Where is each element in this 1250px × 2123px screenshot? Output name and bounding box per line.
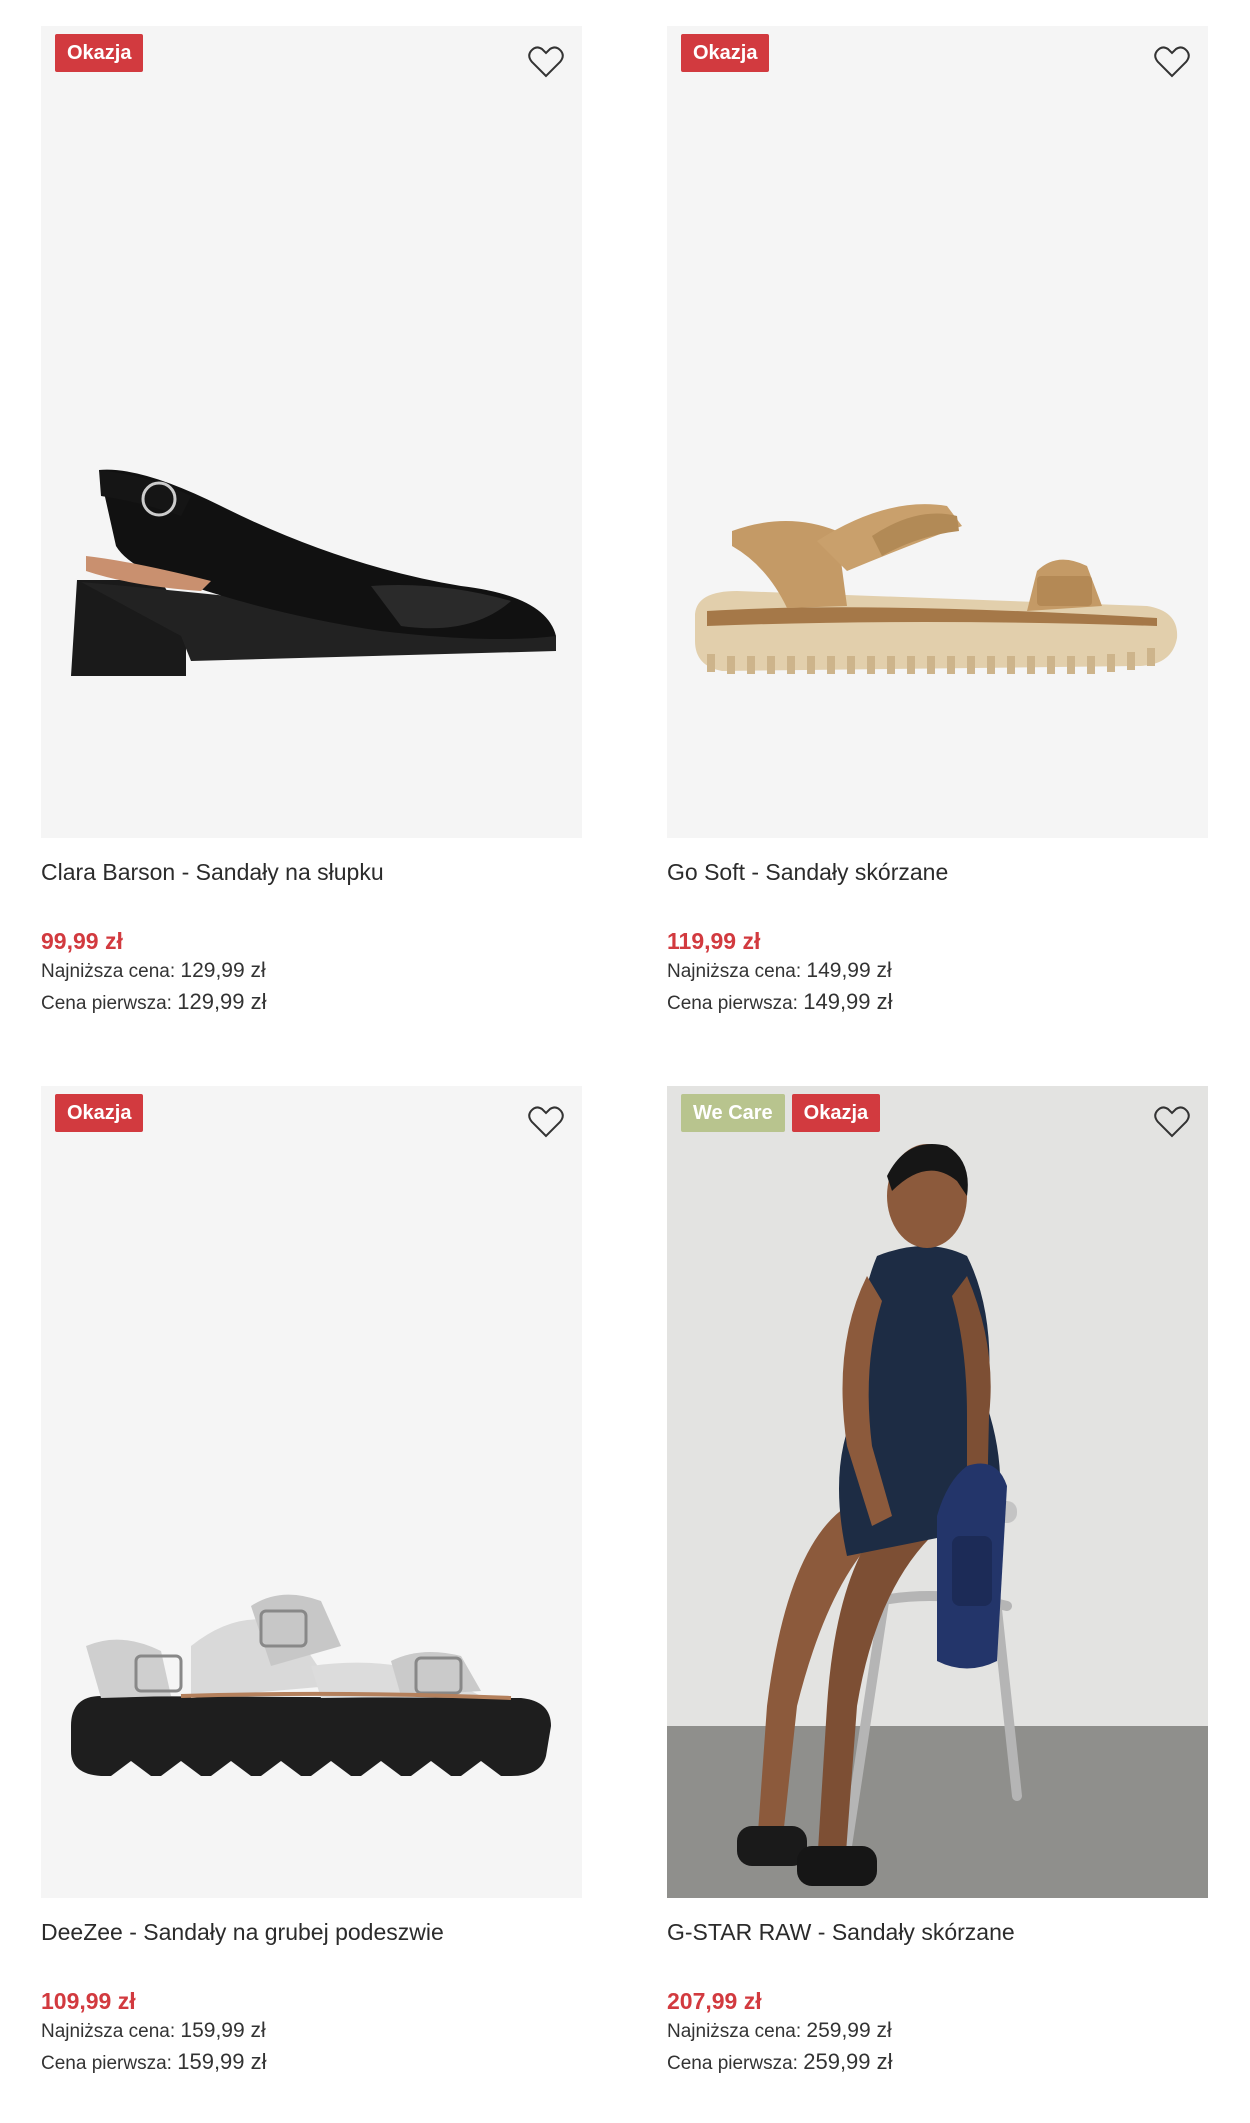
lowest-price-row: Najniższa cena: 149,99 zł: [667, 956, 1208, 987]
badges: Okazja: [55, 1094, 144, 1132]
first-price-value: 259,99 zł: [803, 2049, 893, 2074]
heart-icon[interactable]: [526, 1102, 566, 1142]
lowest-price-label: Najniższa cena:: [667, 961, 802, 982]
product-price: 207,99 zł: [667, 1988, 762, 2014]
deal-badge: Okazja: [55, 1094, 144, 1132]
product-card[interactable]: Okazja Clara Barson - Sandały na słupku …: [41, 26, 582, 1026]
lowest-price-row: Najniższa cena: 129,99 zł: [41, 956, 582, 987]
product-card[interactable]: We Care Okazja G-STAR RAW - Sandały skór…: [667, 1086, 1208, 2086]
heart-icon[interactable]: [526, 42, 566, 82]
lowest-price-value: 159,99 zł: [180, 2019, 266, 2042]
product-price: 99,99 zł: [41, 928, 123, 954]
first-price-row: Cena pierwsza: 129,99 zł: [41, 987, 582, 1019]
product-image[interactable]: Okazja: [41, 1086, 582, 1898]
we-care-badge: We Care: [681, 1094, 785, 1132]
product-image[interactable]: We Care Okazja: [667, 1086, 1208, 1898]
badges: Okazja: [55, 34, 144, 72]
product-title[interactable]: Go Soft - Sandały skórzane: [667, 856, 1208, 888]
lowest-price-label: Najniższa cena:: [41, 961, 176, 982]
first-price-value: 129,99 zł: [177, 989, 267, 1014]
badges: Okazja: [681, 34, 770, 72]
product-title[interactable]: Clara Barson - Sandały na słupku: [41, 856, 582, 888]
first-price-value: 159,99 zł: [177, 2049, 267, 2074]
badges: We Care Okazja: [681, 1094, 881, 1132]
first-price-label: Cena pierwsza:: [667, 993, 798, 1014]
lowest-price-label: Najniższa cena:: [41, 2021, 176, 2042]
first-price-row: Cena pierwsza: 159,99 zł: [41, 2047, 582, 2079]
heart-icon[interactable]: [1152, 42, 1192, 82]
first-price-label: Cena pierwsza:: [41, 2053, 172, 2074]
product-price: 119,99 zł: [667, 928, 761, 954]
product-title[interactable]: DeeZee - Sandały na grubej podeszwie: [41, 1916, 582, 1948]
silver-buckle-sandal-image: [71, 1594, 551, 1776]
lowest-price-value: 149,99 zł: [806, 959, 892, 982]
product-card[interactable]: Okazja Go Soft - Sandały skórzane 119,99…: [667, 26, 1208, 1026]
product-card[interactable]: Okazja DeeZee - Sandały na grubej podesz…: [41, 1086, 582, 2086]
model-photo-image: [667, 1086, 1208, 1898]
first-price-row: Cena pierwsza: 149,99 zł: [667, 987, 1208, 1019]
heart-icon[interactable]: [1152, 1102, 1192, 1142]
product-image[interactable]: Okazja: [667, 26, 1208, 838]
tan-velcro-sandal-image: [695, 504, 1178, 674]
deal-badge: Okazja: [55, 34, 144, 72]
first-price-row: Cena pierwsza: 259,99 zł: [667, 2047, 1208, 2079]
deal-badge: Okazja: [791, 1094, 881, 1132]
lowest-price-value: 129,99 zł: [180, 959, 266, 982]
product-grid: Okazja Clara Barson - Sandały na słupku …: [41, 26, 1208, 2086]
lowest-price-row: Najniższa cena: 259,99 zł: [667, 2016, 1208, 2047]
deal-badge: Okazja: [681, 34, 770, 72]
first-price-value: 149,99 zł: [803, 989, 893, 1014]
product-title[interactable]: G-STAR RAW - Sandały skórzane: [667, 1916, 1208, 1948]
lowest-price-row: Najniższa cena: 159,99 zł: [41, 2016, 582, 2047]
lowest-price-value: 259,99 zł: [806, 2019, 892, 2042]
product-image[interactable]: Okazja: [41, 26, 582, 838]
first-price-label: Cena pierwsza:: [41, 993, 172, 1014]
first-price-label: Cena pierwsza:: [667, 2053, 798, 2074]
black-slingback-sandal-image: [71, 469, 556, 676]
product-price: 109,99 zł: [41, 1988, 136, 2014]
lowest-price-label: Najniższa cena:: [667, 2021, 802, 2042]
